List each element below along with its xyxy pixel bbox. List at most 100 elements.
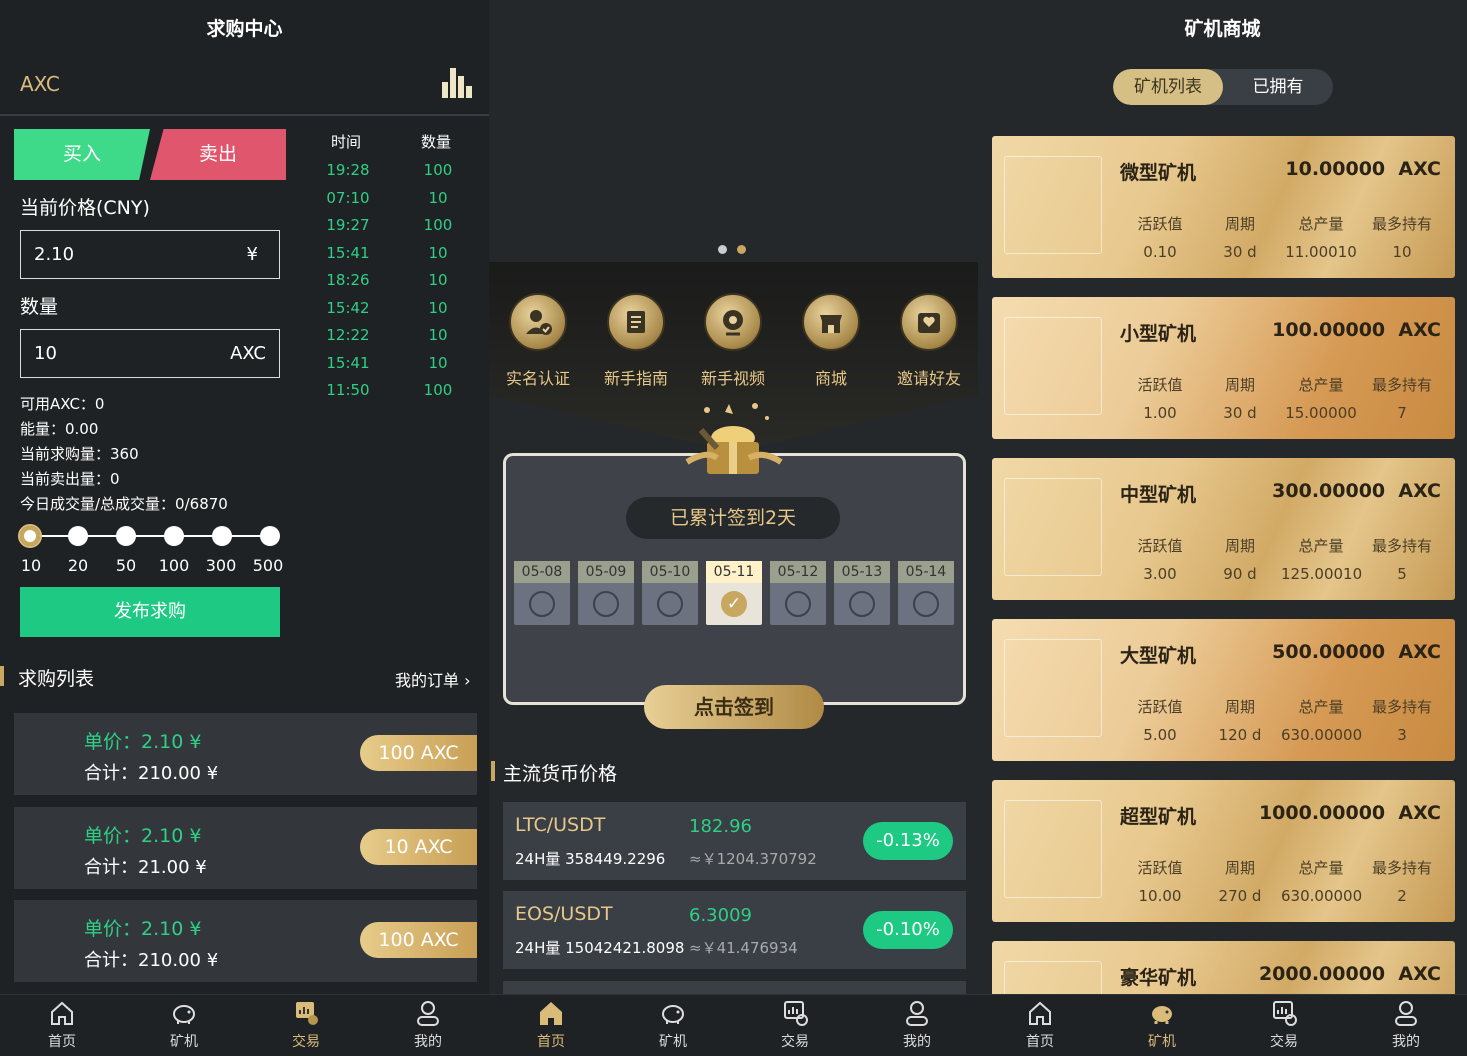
buy-order-card[interactable]: 单价：2.10 ¥ 合计：21.00 ¥ 10 AXC — [14, 807, 477, 889]
quick-label: 实名认证 — [505, 369, 570, 388]
checkin-day[interactable]: 05-14 — [898, 561, 954, 625]
nav-label: 我的 — [414, 1034, 442, 1050]
nav-label: 首页 — [1026, 1034, 1054, 1050]
nav-mine[interactable]: 我的 — [388, 999, 468, 1051]
miner-card[interactable]: 小型矿机 100.00000 AXC 活跃值 1.00 周期 30 d 总产量 15.0000… — [992, 297, 1455, 439]
buy-list-title: 求购列表 — [18, 668, 95, 690]
slider-stop-300[interactable] — [212, 526, 232, 546]
publish-buy-button[interactable]: 发布求购 — [20, 587, 280, 637]
miner-stat-value: 15.00000 — [1285, 404, 1357, 422]
miner-stat-label: 总产量 — [1298, 698, 1344, 716]
miner-card[interactable]: 超型矿机 1000.00000 AXC 活跃值 10.00 周期 270 d 总产量 630.… — [992, 780, 1455, 922]
miner-card[interactable]: 微型矿机 10.00000 AXC 活跃值 0.10 周期 30 d 总产量 11.00010… — [992, 136, 1455, 278]
quick-verify[interactable]: 实名认证 — [490, 293, 586, 389]
my-orders-link[interactable]: 我的订单 › — [395, 667, 471, 691]
miner-card[interactable]: 中型矿机 300.00000 AXC 活跃值 3.00 周期 90 d 总产量 125.000… — [992, 458, 1455, 600]
nav-trade[interactable]: 交易 — [755, 999, 835, 1051]
checkin-day-today[interactable]: 05-11 ✓ — [706, 561, 762, 625]
miner-stat-label: 最多持有 — [1371, 698, 1432, 716]
miner-card[interactable]: 大型矿机 500.00000 AXC 活跃值 5.00 周期 120 d 总产量 630.00… — [992, 619, 1455, 761]
nav-label: 首页 — [48, 1034, 76, 1050]
checkin-day[interactable]: 05-09 — [578, 561, 634, 625]
checkin-day[interactable]: 05-12 — [770, 561, 826, 625]
coin-price-card[interactable]: EOS/USDT 24H量 15042421.8098 6.3009 ≈￥41.… — [503, 891, 966, 969]
quantity-input[interactable]: 10 AXC — [20, 329, 280, 378]
miner-stat-label: 最多持有 — [1371, 215, 1432, 233]
carousel-dot[interactable] — [718, 245, 727, 254]
trade-qty: 10 — [428, 298, 448, 317]
miner-stat-label: 周期 — [1224, 537, 1255, 555]
nav-trade[interactable]: 交易 — [266, 999, 346, 1051]
price-input[interactable]: 2.10 ¥ — [20, 230, 280, 279]
chart-bars-icon[interactable] — [442, 68, 472, 98]
order-amount-badge[interactable]: 100 AXC — [360, 735, 477, 771]
slider-stop-500[interactable] — [260, 526, 280, 546]
miner-price: 100.00000 AXC — [1272, 319, 1441, 341]
slider-label: 500 — [252, 556, 284, 575]
slider-label: 50 — [115, 556, 137, 575]
id-verify-icon — [509, 293, 567, 351]
checkin-day[interactable]: 05-13 — [834, 561, 890, 625]
nav-label: 交易 — [1270, 1034, 1298, 1050]
slider-stop-10[interactable] — [18, 524, 42, 548]
buy-order-card[interactable]: 单价：2.10 ¥ 合计：210.00 ¥ 100 AXC — [14, 900, 477, 982]
nav-miner[interactable]: 矿机 — [1122, 999, 1202, 1051]
circle-icon — [785, 591, 811, 617]
tab-miner-list[interactable]: 矿机列表 — [1113, 69, 1223, 105]
checkin-day[interactable]: 05-10 — [642, 561, 698, 625]
trade-time: 11:50 — [326, 381, 370, 399]
order-total: 合计：21.00 ¥ — [84, 857, 207, 878]
trade-time: 15:41 — [326, 353, 370, 372]
check-in-button[interactable]: 点击签到 — [644, 685, 824, 729]
miner-thumbnail — [1004, 478, 1102, 576]
nav-label: 交易 — [781, 1034, 809, 1050]
sell-tab-button[interactable]: 卖出 — [150, 129, 286, 180]
carousel-dot-active[interactable] — [737, 245, 746, 254]
nav-mine[interactable]: 我的 — [1366, 999, 1446, 1051]
buy-tab-button[interactable]: 买入 — [14, 129, 150, 180]
slider-label: 10 — [20, 556, 42, 575]
checkin-day[interactable]: 05-08 — [514, 561, 570, 625]
slider-stop-20[interactable] — [68, 526, 88, 546]
nav-miner[interactable]: 矿机 — [633, 999, 713, 1051]
page-title: 求购中心 — [206, 18, 283, 40]
buy-order-card[interactable]: 单价：2.10 ¥ 合计：210.00 ¥ 100 AXC — [14, 713, 477, 795]
miner-stat-value: 630.00000 — [1281, 726, 1363, 744]
order-amount-badge[interactable]: 10 AXC — [360, 829, 477, 865]
piggy-icon — [659, 999, 687, 1027]
quick-label: 商城 — [814, 369, 847, 388]
nav-home[interactable]: 首页 — [511, 999, 591, 1051]
miner-stat-label: 活跃值 — [1137, 537, 1183, 555]
miner-name: 豪华矿机 — [1120, 967, 1197, 989]
coin-symbol: AXC — [20, 72, 60, 96]
slider-stop-100[interactable] — [164, 526, 184, 546]
bottom-nav: 首页 矿机 交易 我的 — [489, 994, 978, 1056]
quick-invite[interactable]: 邀请好友 — [881, 293, 977, 389]
nav-home[interactable]: 首页 — [22, 999, 102, 1051]
nav-mine[interactable]: 我的 — [877, 999, 957, 1051]
nav-label: 我的 — [1392, 1034, 1420, 1050]
miner-stat-value: 270 d — [1218, 887, 1262, 905]
coin-price-card[interactable]: LTC/USDT 24H量 358449.2296 182.96 ≈￥1204.… — [503, 802, 966, 880]
order-amount-badge[interactable]: 100 AXC — [360, 922, 477, 958]
carousel-dots — [718, 239, 756, 258]
slider-stop-50[interactable] — [116, 526, 136, 546]
miner-thumbnail — [1004, 639, 1102, 737]
nav-trade[interactable]: 交易 — [1244, 999, 1324, 1051]
nav-miner[interactable]: 矿机 — [144, 999, 224, 1051]
quick-mall[interactable]: 商城 — [783, 293, 879, 389]
energy: 能量：0.00 — [20, 420, 99, 438]
nav-label: 交易 — [292, 1034, 320, 1050]
quick-video[interactable]: 新手视频 — [685, 293, 781, 389]
trade-time: 15:42 — [326, 298, 370, 317]
quantity-label: 数量 — [20, 296, 59, 318]
tab-owned[interactable]: 已拥有 — [1223, 69, 1333, 105]
nav-home[interactable]: 首页 — [1000, 999, 1080, 1051]
price-value: 2.10 — [34, 244, 75, 265]
quick-guide[interactable]: 新手指南 — [588, 293, 684, 389]
trade-icon — [781, 999, 809, 1027]
miner-thumbnail — [1004, 156, 1102, 254]
trade-time: 07:10 — [326, 188, 370, 207]
slider-label: 300 — [205, 556, 237, 575]
miner-stat-value: 120 d — [1218, 726, 1262, 744]
